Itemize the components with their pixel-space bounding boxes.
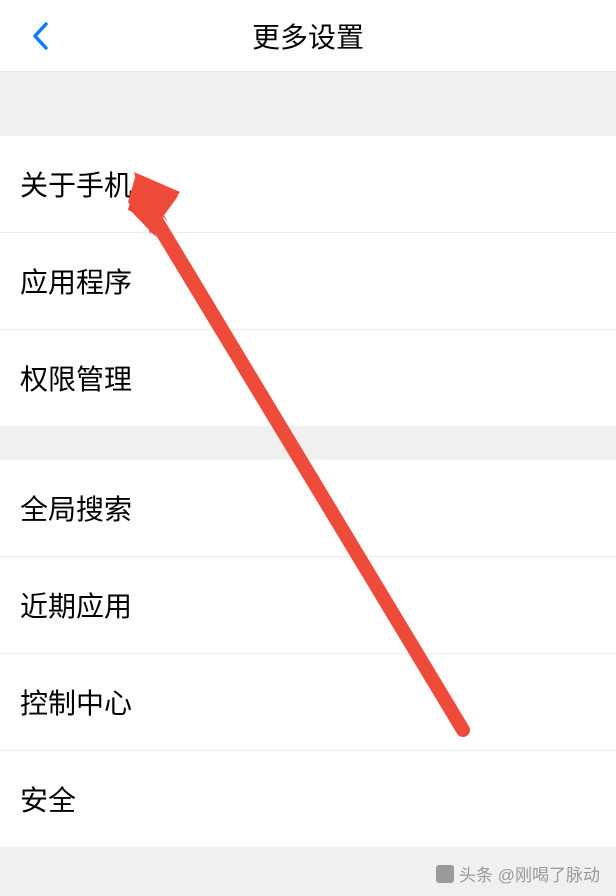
settings-item-label: 安全 <box>20 785 76 816</box>
settings-item-about-phone[interactable]: 关于手机 <box>0 136 616 233</box>
settings-item-recent-apps[interactable]: 近期应用 <box>0 557 616 654</box>
settings-item-label: 全局搜索 <box>20 494 132 525</box>
settings-item-label: 应用程序 <box>20 267 132 298</box>
chevron-left-icon <box>31 21 49 51</box>
section-gap <box>0 72 616 136</box>
page-title: 更多设置 <box>0 16 616 56</box>
settings-item-label: 权限管理 <box>20 364 132 395</box>
settings-item-label: 关于手机 <box>20 170 132 201</box>
settings-item-permissions[interactable]: 权限管理 <box>0 330 616 426</box>
settings-group-1: 关于手机 应用程序 权限管理 <box>0 136 616 426</box>
settings-item-global-search[interactable]: 全局搜索 <box>0 460 616 557</box>
section-gap <box>0 426 616 460</box>
settings-item-label: 控制中心 <box>20 688 132 719</box>
settings-item-applications[interactable]: 应用程序 <box>0 233 616 330</box>
settings-group-2: 全局搜索 近期应用 控制中心 安全 <box>0 460 616 847</box>
watermark: 头条 @刚喝了脉动 <box>436 861 600 886</box>
watermark-icon <box>436 865 454 883</box>
settings-item-control-center[interactable]: 控制中心 <box>0 654 616 751</box>
settings-item-label: 近期应用 <box>20 591 132 622</box>
header: 更多设置 <box>0 0 616 72</box>
back-button[interactable] <box>20 16 60 56</box>
settings-item-security[interactable]: 安全 <box>0 751 616 847</box>
watermark-text: 头条 @刚喝了脉动 <box>459 861 600 886</box>
